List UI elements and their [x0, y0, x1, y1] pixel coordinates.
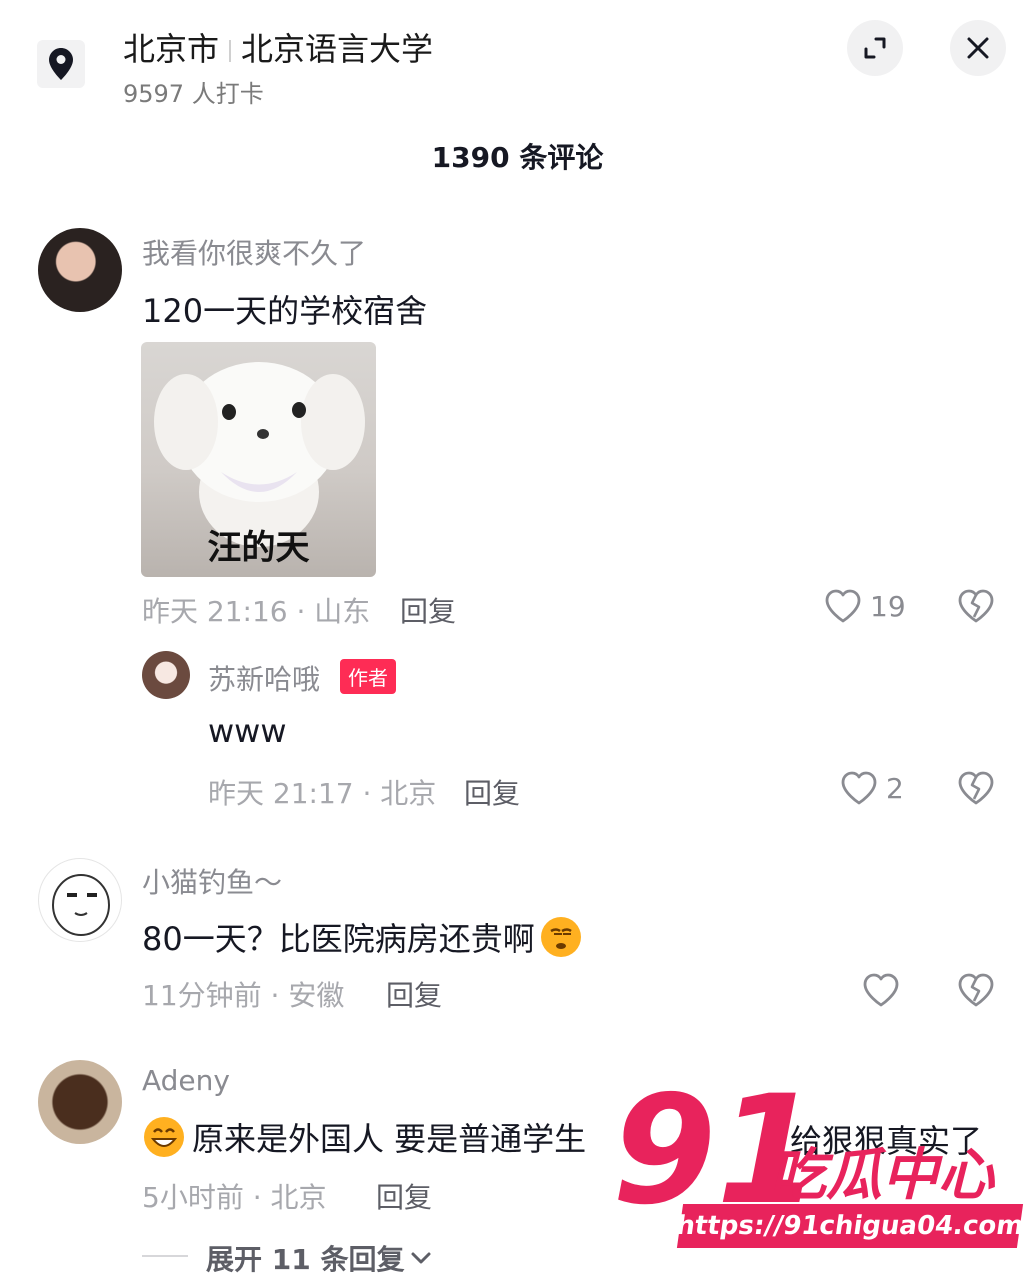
heart-icon [841, 771, 877, 805]
comment-count: 1390 条评论 [431, 141, 604, 174]
reply-button[interactable]: 回复 [386, 974, 442, 1014]
comment-username[interactable]: 我看你很爽不久了 [142, 232, 366, 272]
sticker-image[interactable]: 汪的天 [141, 342, 376, 577]
dislike-button[interactable] [956, 971, 996, 1009]
comment-text: 原来是外国人 要是普通学生 [192, 1120, 587, 1158]
comment-meta: 昨天 21:16 · 山东 [142, 595, 371, 628]
comment-text-row: 原来是外国人 要是普通学生 [142, 1114, 586, 1160]
close-icon [967, 37, 989, 59]
reply-button[interactable]: 回复 [376, 1176, 432, 1216]
expand-replies-button[interactable]: 展开 11 条回复 [206, 1238, 432, 1278]
dislike-button[interactable] [956, 587, 996, 625]
comment-text-row: 80一天？比医院病房还贵啊 [142, 914, 583, 960]
reply-meta: 昨天 21:17 · 北京 [208, 777, 437, 810]
smirk-emoji-icon [539, 915, 583, 959]
watermark-url: https://91chigua04.com [674, 1204, 1026, 1248]
close-button[interactable] [950, 20, 1006, 76]
like-button[interactable]: 2 [840, 768, 910, 808]
comment-text: 80一天？比医院病房还贵啊 [142, 920, 535, 958]
like-count: 2 [886, 772, 904, 805]
author-badge: 作者 [340, 659, 396, 694]
checkin-count: 9597 人打卡 [123, 80, 264, 108]
cartoon-face-illustration [52, 874, 110, 936]
broken-heart-icon [958, 771, 994, 805]
comment-username[interactable]: Adeny [142, 1064, 230, 1097]
reply-button[interactable]: 回复 [400, 590, 456, 630]
place-label: 北京语言大学 [241, 30, 434, 68]
comment-text: 120一天的学校宿舍 [142, 292, 428, 330]
watermark-logo-text: 吃瓜中心 [770, 1143, 994, 1208]
comment-username[interactable]: 小猫钓鱼～ [142, 861, 282, 901]
expand-divider [142, 1255, 188, 1257]
avatar[interactable] [38, 228, 122, 312]
city-label: 北京市 [123, 30, 220, 68]
comment-meta: 11分钟前 · 安徽 [142, 979, 345, 1012]
avatar[interactable] [38, 858, 122, 942]
title-divider [229, 40, 232, 62]
comment-meta: 5小时前 · 北京 [142, 1181, 327, 1214]
heart-icon [863, 973, 899, 1007]
heart-icon [825, 589, 861, 623]
sticker-caption: 汪的天 [207, 528, 310, 568]
like-count: 19 [870, 590, 906, 623]
grin-emoji-icon [142, 1115, 186, 1159]
like-button[interactable] [862, 970, 902, 1010]
reply-username[interactable]: 苏新哈哦 [208, 658, 320, 698]
avatar[interactable] [142, 651, 190, 699]
dislike-button[interactable] [956, 769, 996, 807]
expand-icon [864, 37, 886, 59]
reply-text: www [208, 712, 287, 750]
expand-button[interactable] [847, 20, 903, 76]
broken-heart-icon [958, 973, 994, 1007]
expand-replies-label: 展开 11 条回复 [206, 1243, 405, 1276]
broken-heart-icon [958, 589, 994, 623]
avatar[interactable] [38, 1060, 122, 1144]
location-title[interactable]: 北京市 北京语言大学 [123, 24, 433, 70]
reply-button[interactable]: 回复 [464, 772, 520, 812]
location-pin-icon [37, 40, 85, 88]
like-button[interactable]: 19 [824, 586, 914, 626]
chevron-down-icon [411, 1252, 431, 1264]
